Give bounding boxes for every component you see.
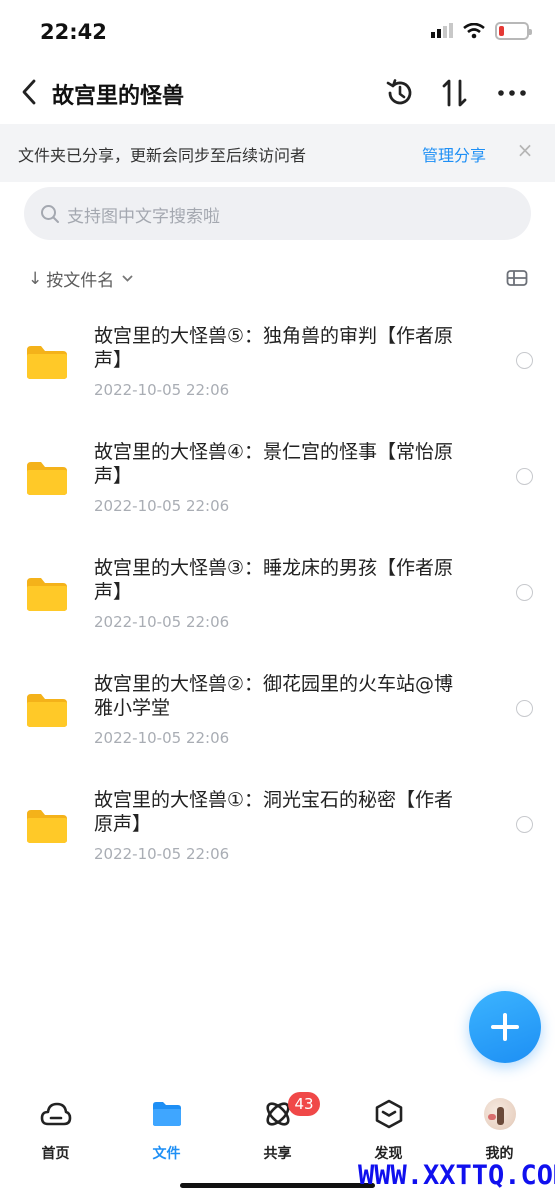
select-checkbox[interactable]: [516, 352, 533, 369]
history-icon: [386, 79, 412, 105]
file-date: 2022-10-05 22:06: [94, 613, 230, 631]
cloud-icon: [39, 1097, 73, 1131]
file-date: 2022-10-05 22:06: [94, 729, 230, 747]
file-date: 2022-10-05 22:06: [94, 845, 230, 863]
back-chevron-icon: [22, 79, 36, 105]
nav-bar: 故宫里的怪兽: [0, 62, 555, 122]
status-bar: 22:42: [0, 0, 555, 60]
folder-icon: [27, 810, 67, 843]
add-button[interactable]: [469, 991, 541, 1063]
status-time: 22:42: [40, 20, 107, 44]
tab-label: 首页: [41, 1146, 70, 1162]
manage-share-link[interactable]: 管理分享: [422, 142, 486, 166]
select-checkbox[interactable]: [516, 816, 533, 833]
sort-label: 按文件名: [46, 271, 115, 291]
search-icon: [41, 205, 59, 223]
select-checkbox[interactable]: [516, 700, 533, 717]
list-item[interactable]: 故宫里的大怪兽②：御花园里的火车站@博雅小学堂 2022-10-05 22:06: [0, 650, 555, 766]
file-name: 故宫里的大怪兽③：睡龙床的男孩【作者原声】: [94, 557, 454, 603]
view-mode-icon[interactable]: [506, 269, 528, 287]
search-input[interactable]: 支持图中文字搜索啦: [24, 187, 531, 240]
list-item[interactable]: 故宫里的大怪兽③：睡龙床的男孩【作者原声】 2022-10-05 22:06: [0, 534, 555, 650]
file-date: 2022-10-05 22:06: [94, 497, 230, 515]
file-date: 2022-10-05 22:06: [94, 381, 230, 399]
cube-icon: [372, 1097, 406, 1131]
file-name: 故宫里的大怪兽②：御花园里的火车站@博雅小学堂: [94, 673, 454, 719]
folder-icon: [27, 578, 67, 611]
share-banner: 文件夹已分享，更新会同步至后续访问者 管理分享 ×: [0, 124, 555, 182]
select-checkbox[interactable]: [516, 584, 533, 601]
battery-fill: [499, 26, 505, 36]
tab-home[interactable]: 首页: [0, 1097, 111, 1167]
folder-icon: [150, 1097, 184, 1131]
tab-discover[interactable]: 发现: [333, 1097, 444, 1167]
battery-icon: [495, 22, 532, 40]
list-item[interactable]: 故宫里的大怪兽①：洞光宝石的秘密【作者原声】 2022-10-05 22:06: [0, 766, 555, 882]
home-indicator: [180, 1183, 375, 1188]
list-item[interactable]: 故宫里的大怪兽④：景仁宫的怪事【常怡原声】 2022-10-05 22:06: [0, 418, 555, 534]
avatar: [484, 1098, 516, 1130]
tab-mine[interactable]: 我的: [444, 1097, 555, 1167]
back-button[interactable]: [14, 76, 44, 108]
status-icons: [431, 22, 532, 40]
history-button[interactable]: [383, 76, 417, 110]
more-button[interactable]: [495, 76, 529, 110]
signal-icon: [431, 23, 453, 38]
plus-icon: [491, 1013, 519, 1041]
wifi-icon: [463, 23, 485, 39]
tab-label: 文件: [152, 1146, 181, 1162]
folder-icon: [27, 462, 67, 495]
search-placeholder: 支持图中文字搜索啦: [67, 207, 220, 227]
notification-badge: 43: [288, 1092, 320, 1116]
sort-direction-icon: ↓: [28, 268, 43, 289]
watermark-text: WWW.XXTTQ.COM: [358, 1160, 555, 1191]
chevron-down-icon: [122, 275, 133, 282]
list-item[interactable]: 故宫里的大怪兽⑤：独角兽的审判【作者原声】 2022-10-05 22:06: [0, 302, 555, 418]
share-banner-text: 文件夹已分享，更新会同步至后续访问者: [18, 146, 307, 165]
sort-order-button[interactable]: [438, 76, 472, 110]
select-checkbox[interactable]: [516, 468, 533, 485]
tab-label: 共享: [263, 1146, 292, 1162]
sort-by-name-button[interactable]: ↓ 按文件名: [28, 266, 133, 291]
page-title: 故宫里的怪兽: [52, 84, 185, 109]
file-name: 故宫里的大怪兽④：景仁宫的怪事【常怡原声】: [94, 441, 454, 487]
folder-icon: [27, 346, 67, 379]
folder-icon: [27, 694, 67, 727]
file-name: 故宫里的大怪兽①：洞光宝石的秘密【作者原声】: [94, 789, 454, 835]
tab-files[interactable]: 文件: [111, 1097, 222, 1167]
banner-close-button[interactable]: ×: [514, 138, 536, 162]
avatar-container: [483, 1097, 517, 1131]
more-icon: [498, 90, 526, 96]
file-name: 故宫里的大怪兽⑤：独角兽的审判【作者原声】: [94, 325, 454, 371]
sort-arrows-icon: [442, 79, 467, 107]
sort-row: ↓ 按文件名: [0, 258, 555, 298]
